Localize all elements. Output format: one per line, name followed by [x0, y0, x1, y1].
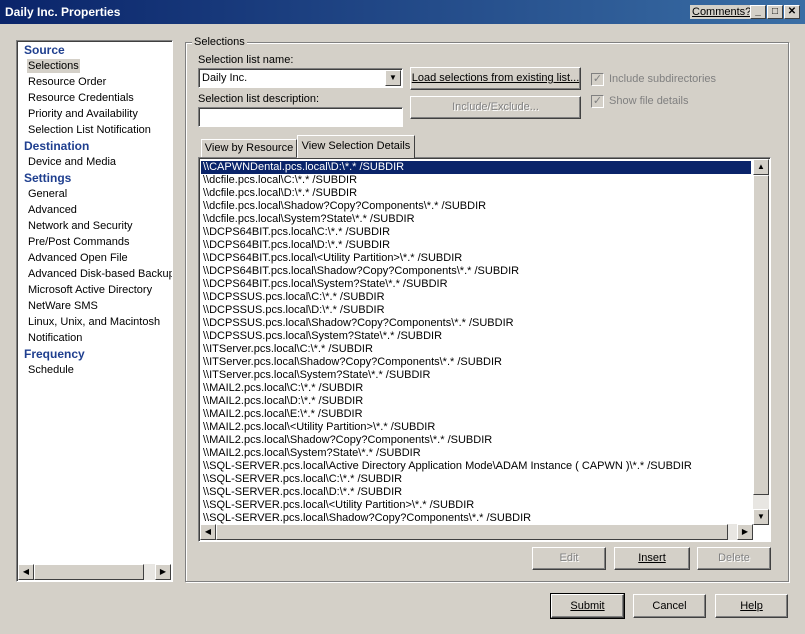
nav-item-resource-order[interactable]: Resource Order [28, 75, 106, 89]
list-item[interactable]: \\MAIL2.pcs.local\Shadow?Copy?Components… [203, 434, 492, 447]
nav-item-advanced-disk-backup[interactable]: Advanced Disk-based Backup [28, 267, 172, 281]
scroll-up-icon[interactable]: ▲ [753, 159, 769, 175]
list-item[interactable]: \\DCPS64BIT.pcs.local\<Utility Partition… [203, 252, 462, 265]
nav-item-device-media[interactable]: Device and Media [28, 155, 116, 169]
cancel-button[interactable]: Cancel [633, 594, 706, 618]
show-file-details-checkbox[interactable]: ✓ [591, 95, 604, 108]
list-item[interactable]: \\DCPS64BIT.pcs.local\System?State\*.* /… [203, 278, 448, 291]
maximize-button[interactable]: □ [767, 5, 783, 19]
minimize-button[interactable]: _ [750, 5, 766, 19]
comments-link[interactable]: Comments? [690, 5, 754, 19]
list-item[interactable]: \\SQL-SERVER.pcs.local\D:\*.* /SUBDIR [203, 486, 402, 499]
scroll-right-icon[interactable]: ▶ [155, 564, 171, 580]
nav-scroll-thumb[interactable] [34, 564, 144, 580]
list-item[interactable]: \\dcfile.pcs.local\System?State\*.* /SUB… [203, 213, 415, 226]
list-item[interactable]: \\DCPSSUS.pcs.local\D:\*.* /SUBDIR [203, 304, 385, 317]
nav-item-active-directory[interactable]: Microsoft Active Directory [28, 283, 152, 297]
nav-horizontal-scrollbar[interactable]: ◀ ▶ [18, 564, 171, 580]
selection-list-description-field[interactable] [198, 107, 403, 127]
list-item[interactable]: \\SQL-SERVER.pcs.local\Active Directory … [203, 460, 692, 473]
nav-item-advanced-open-file[interactable]: Advanced Open File [28, 251, 128, 265]
list-item[interactable]: \\DCPS64BIT.pcs.local\Shadow?Copy?Compon… [203, 265, 519, 278]
nav-item-linux-unix-mac[interactable]: Linux, Unix, and Macintosh [28, 315, 160, 329]
list-item[interactable]: \\SQL-SERVER.pcs.local\<Utility Partitio… [203, 499, 474, 512]
show-file-details-label: Show file details [609, 95, 689, 107]
list-item[interactable]: \\DCPSSUS.pcs.local\System?State\*.* /SU… [203, 330, 442, 343]
list-item[interactable]: \\DCPSSUS.pcs.local\Shadow?Copy?Componen… [203, 317, 514, 330]
scroll-left-icon[interactable]: ◀ [200, 524, 216, 540]
nav-item-advanced[interactable]: Advanced [28, 203, 77, 217]
nav-item-schedule[interactable]: Schedule [28, 363, 74, 377]
selection-list-name-combobox[interactable]: Daily Inc. ▼ [198, 68, 403, 88]
list-item[interactable]: \\DCPSSUS.pcs.local\C:\*.* /SUBDIR [203, 291, 385, 304]
scroll-right-icon[interactable]: ▶ [737, 524, 753, 540]
nav-item-network-security[interactable]: Network and Security [28, 219, 133, 233]
list-item[interactable]: \\MAIL2.pcs.local\E:\*.* /SUBDIR [203, 408, 363, 421]
chevron-down-icon[interactable]: ▼ [385, 70, 401, 86]
list-vertical-scrollbar[interactable]: ▲ ▼ [753, 159, 769, 525]
nav-heading-destination: Destination [24, 139, 90, 153]
list-item[interactable]: \\DCPS64BIT.pcs.local\D:\*.* /SUBDIR [203, 239, 390, 252]
load-selections-label: Load selections from existing list... [411, 72, 580, 84]
selections-group-label: Selections [192, 36, 247, 48]
include-exclude-button[interactable]: Include/Exclude... [410, 96, 581, 119]
tab-view-by-resource[interactable]: View by Resource [201, 139, 297, 158]
nav-item-notification[interactable]: Notification [28, 331, 82, 345]
edit-button[interactable]: Edit [532, 547, 606, 570]
nav-heading-frequency: Frequency [24, 347, 85, 361]
nav-item-resource-credentials[interactable]: Resource Credentials [28, 91, 134, 105]
list-item[interactable]: \\dcfile.pcs.local\Shadow?Copy?Component… [203, 200, 486, 213]
nav-item-priority-availability[interactable]: Priority and Availability [28, 107, 138, 121]
list-item[interactable]: \\dcfile.pcs.local\D:\*.* /SUBDIR [203, 187, 357, 200]
nav-heading-source: Source [24, 43, 65, 57]
selection-list-name-value: Daily Inc. [202, 72, 248, 84]
navigation-panel: Source Selections Resource Order Resourc… [16, 40, 173, 582]
nav-item-general[interactable]: General [28, 187, 67, 201]
window-title: Daily Inc. Properties [5, 5, 121, 19]
close-button[interactable]: ✕ [784, 5, 800, 19]
list-horizontal-scrollbar[interactable]: ◀ ▶ [200, 524, 753, 540]
list-item[interactable]: \\MAIL2.pcs.local\C:\*.* /SUBDIR [203, 382, 363, 395]
scroll-down-icon[interactable]: ▼ [753, 509, 769, 525]
list-item[interactable]: \\ITServer.pcs.local\Shadow?Copy?Compone… [203, 356, 502, 369]
list-item[interactable]: \\MAIL2.pcs.local\D:\*.* /SUBDIR [203, 395, 363, 408]
title-bar: Daily Inc. Properties Comments? _ □ ✕ [0, 0, 805, 24]
list-item[interactable]: \\MAIL2.pcs.local\<Utility Partition>\*.… [203, 421, 435, 434]
list-item[interactable]: \\ITServer.pcs.local\C:\*.* /SUBDIR [203, 343, 373, 356]
include-subdirectories-checkbox[interactable]: ✓ [591, 73, 604, 86]
scroll-left-icon[interactable]: ◀ [18, 564, 34, 580]
list-item[interactable]: \\SQL-SERVER.pcs.local\C:\*.* /SUBDIR [203, 473, 402, 486]
help-button[interactable]: Help [715, 594, 788, 618]
insert-label: Insert [638, 552, 666, 564]
selection-list-description-label: Selection list description: [198, 93, 320, 105]
insert-button[interactable]: Insert [614, 547, 690, 570]
list-item[interactable]: \\ITServer.pcs.local\System?State\*.* /S… [203, 369, 430, 382]
delete-button[interactable]: Delete [697, 547, 771, 570]
list-hscroll-thumb[interactable] [216, 524, 728, 540]
selection-details-list[interactable]: \\CAPWNDental.pcs.local\D:\*.* /SUBDIR \… [198, 157, 771, 542]
nav-item-selections[interactable]: Selections [27, 59, 80, 73]
list-item[interactable]: \\CAPWNDental.pcs.local\D:\*.* /SUBDIR [201, 161, 751, 174]
nav-heading-settings: Settings [24, 171, 72, 185]
list-item[interactable]: \\MAIL2.pcs.local\System?State\*.* /SUBD… [203, 447, 421, 460]
nav-item-pre-post-commands[interactable]: Pre/Post Commands [28, 235, 129, 249]
load-selections-button[interactable]: Load selections from existing list... [410, 67, 581, 90]
submit-button[interactable]: Submit [550, 593, 625, 619]
list-vscroll-thumb[interactable] [753, 175, 769, 495]
nav-item-selection-list-notification[interactable]: Selection List Notification [28, 123, 151, 137]
nav-item-netware-sms[interactable]: NetWare SMS [28, 299, 98, 313]
list-item[interactable]: \\DCPS64BIT.pcs.local\C:\*.* /SUBDIR [203, 226, 390, 239]
tab-view-selection-details[interactable]: View Selection Details [297, 135, 415, 158]
help-label: Help [740, 600, 763, 612]
include-subdirectories-label: Include subdirectories [609, 73, 717, 85]
submit-label: Submit [570, 600, 605, 612]
list-item[interactable]: \\dcfile.pcs.local\C:\*.* /SUBDIR [203, 174, 357, 187]
selection-list-name-label: Selection list name: [198, 54, 294, 66]
